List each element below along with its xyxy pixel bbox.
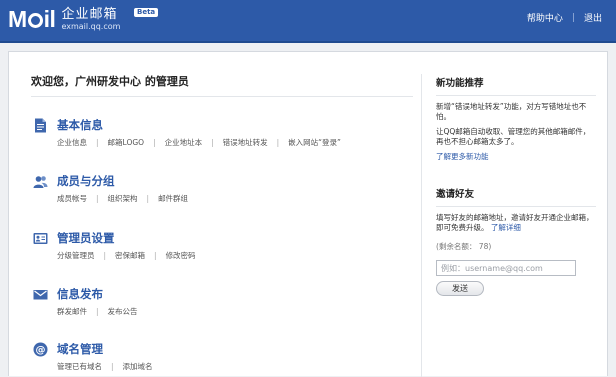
link-org-structure[interactable]: 组织架构 <box>108 193 138 204</box>
logo-product-name: 企业邮箱 <box>61 6 118 22</box>
more-features-link[interactable]: 了解更多新功能 <box>436 152 489 161</box>
admin-links: 分级管理员 | 密保邮箱 | 修改密码 <box>57 250 196 261</box>
section-title-admin-settings[interactable]: 管理员设置 <box>57 231 115 246</box>
link-wrong-address-forward[interactable]: 错误地址转发 <box>223 137 268 148</box>
top-header: Mil 企业邮箱 exmail.qq.com Beta 帮助中心 | 退出 <box>0 0 616 43</box>
link-post-announcement[interactable]: 发布公告 <box>108 306 138 317</box>
link-security-email[interactable]: 密保邮箱 <box>115 250 145 261</box>
link-add-domain[interactable]: 添加域名 <box>123 361 153 372</box>
link-mass-mail[interactable]: 群发邮件 <box>57 306 87 317</box>
link-company-info[interactable]: 企业信息 <box>57 137 87 148</box>
section-title-basic-info[interactable]: 基本信息 <box>57 118 103 133</box>
at-sign-icon: @ <box>33 342 48 357</box>
logo-o-ring-icon <box>27 13 43 28</box>
column-divider <box>421 74 422 377</box>
top-links: 帮助中心 | 退出 <box>527 11 602 25</box>
section-title-publish-info[interactable]: 信息发布 <box>57 287 103 302</box>
document-icon <box>35 118 46 133</box>
logo-text: 企业邮箱 exmail.qq.com <box>61 7 120 32</box>
link-embed-login[interactable]: 嵌入网站“登录” <box>288 137 341 148</box>
link-mail-groups[interactable]: 邮件群组 <box>158 193 188 204</box>
envelope-icon <box>33 290 48 300</box>
domain-links: 管理已有域名 | 添加域名 <box>57 361 153 372</box>
logout-link[interactable]: 退出 <box>584 11 602 24</box>
admin-card-icon <box>33 233 48 244</box>
logo-mail-wordmark: Mil <box>8 6 56 32</box>
publish-links: 群发邮件 | 发布公告 <box>57 306 138 317</box>
new-features-desc-2: 让QQ邮箱自动收取、管理您的其他邮箱邮件，再也不担心邮箱太多了。 <box>436 127 591 146</box>
link-member-accounts[interactable]: 成员帐号 <box>57 193 87 204</box>
admin-main: 欢迎您，广州研发中心 的管理员 基本信息 企业信息 | 邮箱LOGO | 企业地址本… <box>31 52 413 371</box>
invite-friends-box: 邀请好友 填写好友的邮箱地址，邀请好友开通企业邮箱，即可免费升级。 了解详细 (… <box>436 186 596 296</box>
link-address-book[interactable]: 企业地址本 <box>165 137 203 148</box>
invite-title: 邀请好友 <box>436 186 596 207</box>
members-links: 成员帐号 | 组织架构 | 邮件群组 <box>57 193 189 204</box>
exmail-logo[interactable]: Mil 企业邮箱 exmail.qq.com <box>8 5 120 33</box>
help-center-link[interactable]: 帮助中心 <box>527 11 563 24</box>
logo-domain: exmail.qq.com <box>61 21 121 31</box>
welcome-heading: 欢迎您，广州研发中心 的管理员 <box>31 73 413 97</box>
new-features-title: 新功能推荐 <box>436 75 596 96</box>
new-features-box: 新功能推荐 新增“错误地址转发”功能，对方写错地址也不怕。 让QQ邮箱自动收取、… <box>436 75 596 162</box>
link-mail-logo[interactable]: 邮箱LOGO <box>108 137 145 148</box>
remaining-quota: (剩余名额： 78) <box>436 242 492 251</box>
link-sub-admins[interactable]: 分级管理员 <box>57 250 95 261</box>
link-manage-domains[interactable]: 管理已有域名 <box>57 361 102 372</box>
basic-info-links: 企业信息 | 邮箱LOGO | 企业地址本 | 错误地址转发 | 嵌入网站“登录” <box>57 137 341 148</box>
invite-detail-link[interactable]: 了解详细 <box>491 223 521 232</box>
invite-desc: 填写好友的邮箱地址，邀请好友开通企业邮箱，即可免费升级。 了解详细 <box>436 213 594 232</box>
send-invite-button[interactable]: 发送 <box>436 281 484 296</box>
main-panel: 欢迎您，广州研发中心 的管理员 基本信息 企业信息 | 邮箱LOGO | 企业地址本… <box>8 51 608 377</box>
section-title-members-groups[interactable]: 成员与分组 <box>57 174 115 189</box>
beta-badge: Beta <box>134 8 159 17</box>
link-change-password[interactable]: 修改密码 <box>166 250 196 261</box>
svg-text:@: @ <box>36 345 46 356</box>
users-icon <box>33 176 48 188</box>
new-features-desc-1: 新增“错误地址转发”功能，对方写错地址也不怕。 <box>436 102 587 121</box>
right-sidebar: 新功能推荐 新增“错误地址转发”功能，对方写错地址也不怕。 让QQ邮箱自动收取、… <box>436 52 596 296</box>
section-title-domain-management[interactable]: 域名管理 <box>57 342 103 357</box>
invite-email-input[interactable] <box>436 260 576 276</box>
top-separator: | <box>571 12 575 23</box>
